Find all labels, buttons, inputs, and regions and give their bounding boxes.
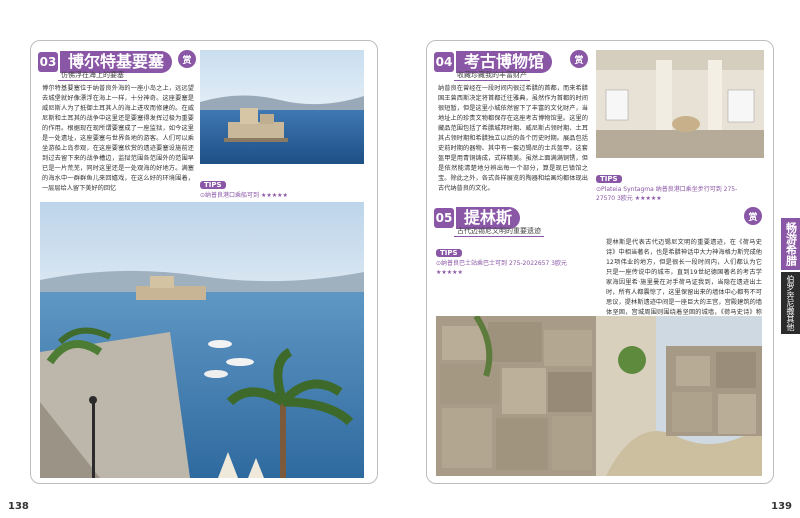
tips-info-2: 27570 3欧元 (596, 195, 633, 202)
section-subtitle: 收藏珍藏我的丰富财产 (454, 70, 530, 81)
tips-label: TIPS (200, 181, 226, 189)
harbor-photo (40, 202, 364, 478)
museum-photo (596, 50, 764, 158)
page-number: 138 (8, 501, 29, 512)
chapter-tab: 畅游希腊 (781, 218, 800, 270)
right-page: 04 考古博物馆 收藏珍藏我的丰富财产 赏 纳普良在曾经在一段时间内很过希腊的首… (400, 0, 800, 518)
tips-rating: ★★★★★ (260, 192, 288, 199)
page-number: 139 (771, 501, 792, 512)
tips-transport: 纳普良港口乘船可到 (205, 192, 260, 199)
tips-info: Plateia Syntagma 纳普良港口乘坐步行可到 275- (601, 186, 738, 193)
section-body: 纳普良在曾经在一段时间内很过希腊的首都，而来希腊国王曾西斯决定将首都迁往雅典，虽… (438, 85, 588, 192)
left-page: 03 博尔特基要塞 仿佛浮在海上的要塞 赏 博尔特基要塞位于纳普良外海的一座小岛… (0, 0, 400, 518)
tips-rating: ★★★★★ (634, 195, 662, 202)
section-number: 05 (434, 208, 454, 228)
tips-box-04: TIPS ⊙Plateia Syntagma 纳普良港口乘坐步行可到 275- … (596, 166, 737, 203)
tips-label: TIPS (596, 175, 622, 183)
section-number: 03 (38, 52, 58, 72)
tiryns-photo (436, 316, 762, 476)
section-number: 04 (434, 52, 454, 72)
section-subtitle: 仿佛浮在海上的要塞 (58, 70, 127, 81)
chapter-subtab: 伯罗奔尼撒其他 (781, 272, 800, 334)
tips-box: TIPS ⊙纳普良港口乘船可到 ★★★★★ (200, 172, 288, 200)
section-subtitle: 古代迈锡尼文明的重要遗迹 (454, 226, 544, 237)
tips-info: 纳普良巴士站乘巴士可到 275-2022657 3欧元 (441, 260, 568, 267)
tips-label: TIPS (436, 249, 462, 257)
view-badge: 赏 (570, 50, 588, 68)
section-body: 博尔特基要塞位于纳普良外海的一座小岛之上，远远望去城堡就好像漂浮在海上一样，十分… (42, 85, 194, 192)
fortress-photo (200, 50, 364, 164)
view-badge: 赏 (744, 207, 762, 225)
tips-box-05: TIPS ⊙纳普良巴士站乘巴士可到 275-2022657 3欧元 ★★★★★ (436, 240, 596, 277)
tips-rating: ★★★★★ (436, 269, 463, 276)
view-badge: 赏 (178, 50, 196, 68)
